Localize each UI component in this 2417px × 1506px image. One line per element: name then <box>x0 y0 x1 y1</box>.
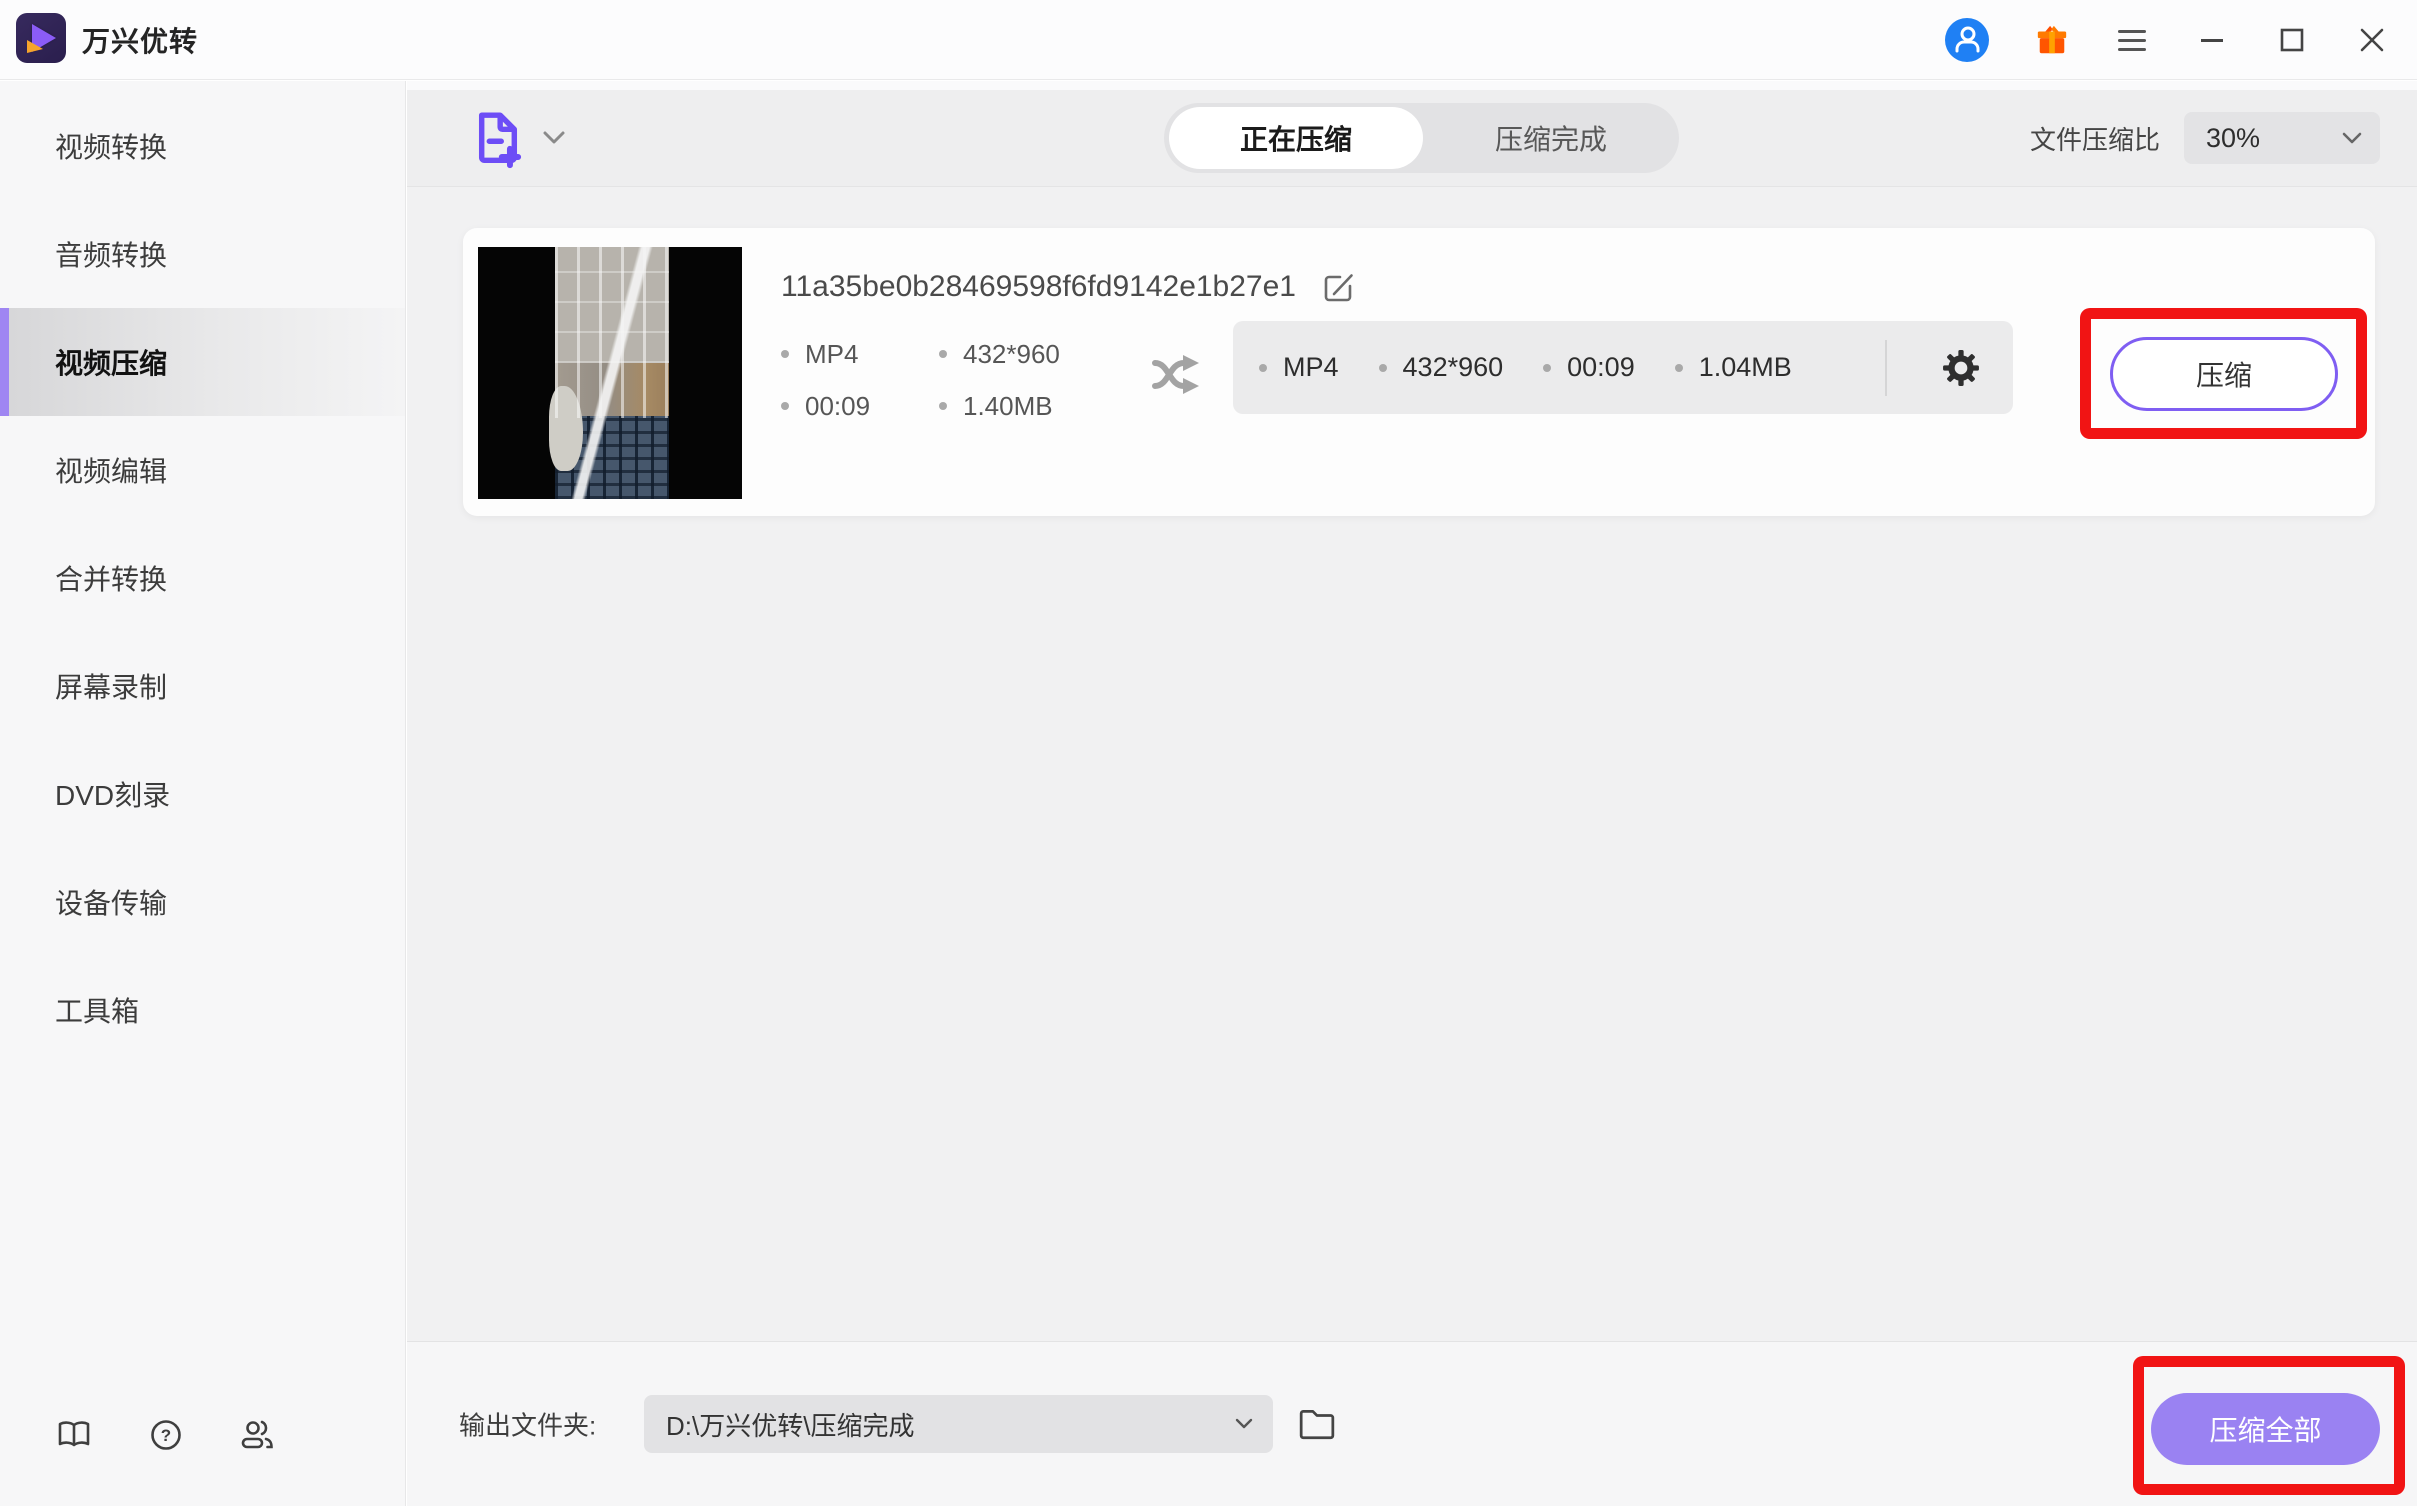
bullet-icon <box>781 402 789 410</box>
bullet-icon <box>781 350 789 358</box>
sidebar-item-screen-record[interactable]: 屏幕录制 <box>0 632 405 740</box>
output-folder-select[interactable]: D:\万兴优转\压缩完成 <box>644 1395 1273 1453</box>
bullet-icon <box>939 402 947 410</box>
source-duration: 00:09 <box>805 390 871 421</box>
sidebar-item-label: 视频转换 <box>55 132 168 163</box>
output-folder-path: D:\万兴优转\压缩完成 <box>666 1410 915 1441</box>
target-duration: 00:09 <box>1567 352 1635 382</box>
sidebar-item-label: DVD刻录 <box>55 780 171 811</box>
sidebar-item-label: 视频压缩 <box>55 348 168 379</box>
source-format: MP4 <box>805 338 859 369</box>
tab-compressing[interactable]: 正在压缩 <box>1169 107 1423 169</box>
compress-button-label: 压缩 <box>2195 360 2252 391</box>
source-info: MP4 432*960 00:09 1.40MB <box>781 336 1060 424</box>
person-icon <box>1955 26 1980 53</box>
user-guide-button[interactable] <box>55 1416 93 1454</box>
target-size: 1.04MB <box>1698 352 1792 382</box>
sidebar-item-dvd-burn[interactable]: DVD刻录 <box>0 740 405 848</box>
sidebar-item-video-compress[interactable]: 视频压缩 <box>0 308 405 416</box>
close-button[interactable] <box>2355 23 2389 57</box>
sidebar-item-merge-convert[interactable]: 合并转换 <box>0 524 405 632</box>
chevron-down-icon <box>543 131 565 144</box>
video-thumbnail <box>478 247 742 499</box>
account-avatar[interactable] <box>1945 18 1989 62</box>
source-resolution: 432*960 <box>963 338 1060 369</box>
tab-label: 压缩完成 <box>1494 124 1607 155</box>
app-window: 万兴优转 视频转换 音频转换 视频压缩 视频编辑 合并转换 屏幕录制 DVD刻录… <box>0 0 2417 1506</box>
edit-icon <box>1324 274 1353 302</box>
compression-ratio-select[interactable]: 30% <box>2184 112 2380 164</box>
compress-all-button[interactable]: 压缩全部 <box>2151 1393 2380 1465</box>
settings-button[interactable] <box>1941 348 1981 388</box>
divider <box>1885 339 1887 396</box>
help-button[interactable]: ? <box>147 1416 185 1454</box>
sidebar-item-label: 工具箱 <box>55 996 140 1027</box>
sidebar-item-label: 设备传输 <box>55 888 168 919</box>
book-icon <box>58 1421 90 1447</box>
bullet-icon <box>1674 363 1683 372</box>
target-resolution: 432*960 <box>1402 352 1504 382</box>
sidebar-item-video-edit[interactable]: 视频编辑 <box>0 416 405 524</box>
tab-completed[interactable]: 压缩完成 <box>1423 118 1679 158</box>
sidebar-item-device-transfer[interactable]: 设备传输 <box>0 848 405 956</box>
gear-icon <box>1943 349 1979 386</box>
source-size: 1.40MB <box>963 390 1053 421</box>
minimize-button[interactable] <box>2195 23 2229 57</box>
bullet-icon <box>939 350 947 358</box>
sidebar-item-toolbox[interactable]: 工具箱 <box>0 956 405 1064</box>
community-button[interactable] <box>239 1416 277 1454</box>
sidebar-item-label: 合并转换 <box>55 564 168 595</box>
sidebar-item-label: 屏幕录制 <box>55 672 168 703</box>
title-bar: 万兴优转 <box>0 0 2417 80</box>
add-file-button[interactable] <box>473 109 565 169</box>
svg-text:?: ? <box>161 1426 171 1445</box>
file-card: 11a35be0b28469598f6fd9142e1b27e1 MP4 432… <box>463 228 2375 516</box>
convert-arrow-icon <box>1151 348 1213 396</box>
compression-ratio-value: 30% <box>2206 122 2261 153</box>
compress-button[interactable]: 压缩 <box>2110 337 2338 411</box>
sidebar-item-video-convert[interactable]: 视频转换 <box>0 92 405 200</box>
target-info: MP4 432*960 00:09 1.04MB <box>1233 321 2013 414</box>
main-area: 正在压缩 压缩完成 文件压缩比 30% 11a35be0b28469598f6f… <box>407 81 2417 1506</box>
add-file-icon <box>478 112 522 169</box>
tab-toggle: 正在压缩 压缩完成 <box>1164 103 1679 173</box>
users-icon <box>241 1420 273 1449</box>
footer-bar: 输出文件夹: D:\万兴优转\压缩完成 压缩全部 <box>407 1341 2417 1506</box>
gift-icon[interactable] <box>2035 23 2069 57</box>
compress-all-label: 压缩全部 <box>2209 1415 2322 1446</box>
tab-label: 正在压缩 <box>1239 124 1352 155</box>
rename-button[interactable] <box>1318 268 1356 306</box>
sidebar-item-label: 视频编辑 <box>55 456 168 487</box>
file-name: 11a35be0b28469598f6fd9142e1b27e1 <box>781 270 1296 303</box>
question-icon: ? <box>151 1420 181 1450</box>
app-logo-icon <box>16 13 66 63</box>
menu-icon[interactable] <box>2115 23 2149 57</box>
sidebar-item-label: 音频转换 <box>55 240 168 271</box>
bullet-icon <box>1259 363 1267 372</box>
bullet-icon <box>1378 363 1387 372</box>
open-folder-button[interactable] <box>1297 1404 1337 1444</box>
bullet-icon <box>1543 363 1552 372</box>
sidebar: 视频转换 音频转换 视频压缩 视频编辑 合并转换 屏幕录制 DVD刻录 设备传输… <box>0 81 406 1506</box>
app-title: 万兴优转 <box>82 25 199 57</box>
chevron-down-icon <box>1235 1418 1253 1429</box>
sidebar-item-audio-convert[interactable]: 音频转换 <box>0 200 405 308</box>
maximize-button[interactable] <box>2275 23 2309 57</box>
output-folder-label: 输出文件夹: <box>459 1410 597 1441</box>
chevron-down-icon <box>2342 132 2362 143</box>
toolbar: 正在压缩 压缩完成 文件压缩比 30% <box>407 90 2417 187</box>
folder-icon <box>1299 1409 1335 1440</box>
target-format: MP4 <box>1283 352 1339 382</box>
compression-ratio-label: 文件压缩比 <box>2029 124 2160 155</box>
